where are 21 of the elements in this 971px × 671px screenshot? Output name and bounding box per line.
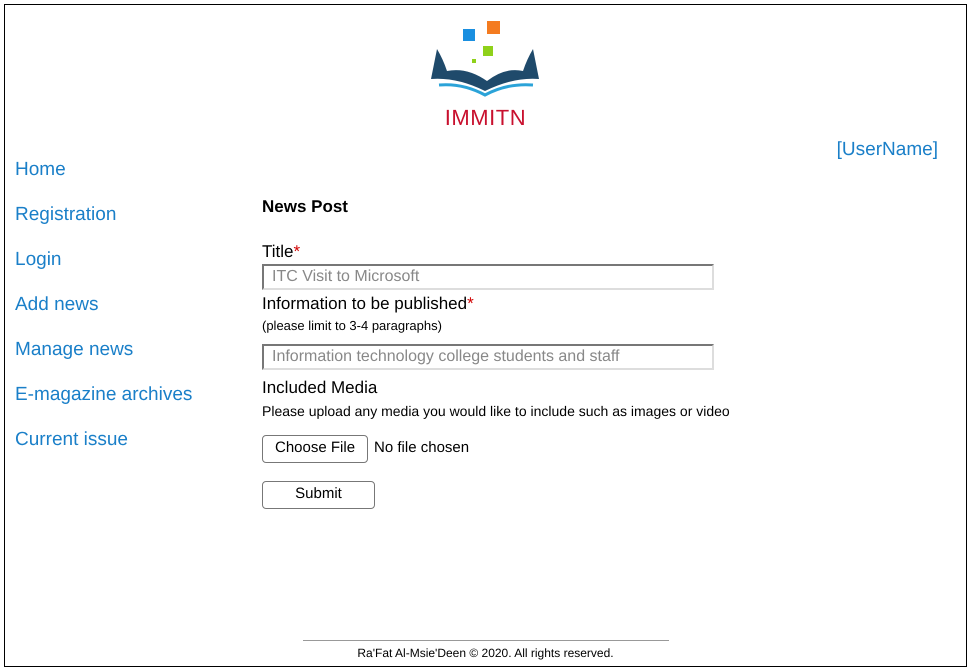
nav-link[interactable]: Add news [15,291,98,319]
username-link[interactable]: [UserName] [836,139,938,160]
nav-link[interactable]: Current issue [15,426,128,454]
form-heading: News Post [262,196,349,218]
text-input[interactable]: ITC Visit to Microsoft [262,264,714,290]
nav-link[interactable]: Login [15,246,62,274]
field-hint: (please limit to 3-4 paragraphs) [262,316,443,335]
logo-text: IMMITN [444,104,526,132]
nav-link[interactable]: E-magazine archives [15,381,192,409]
nav-link[interactable]: Home [15,156,66,184]
field-label: Information to be published* [262,292,475,314]
media-hint: Please upload any media you would like to include such as images or video [262,402,731,421]
media-label: Included Media [262,376,378,398]
nav-link[interactable]: Manage news [15,336,134,364]
choose-file-button[interactable]: Choose File [262,434,368,462]
field-label: Title* [262,240,302,262]
submit-button[interactable]: Submit [262,480,375,508]
text-input[interactable]: Information technology college students and staff [262,344,714,370]
footer-text: Ra'Fat Al-Msie'Deen © 2020. All rights reserved. [302,640,668,662]
nav-link[interactable]: Registration [15,201,116,229]
file-status: No file chosen [374,438,470,458]
